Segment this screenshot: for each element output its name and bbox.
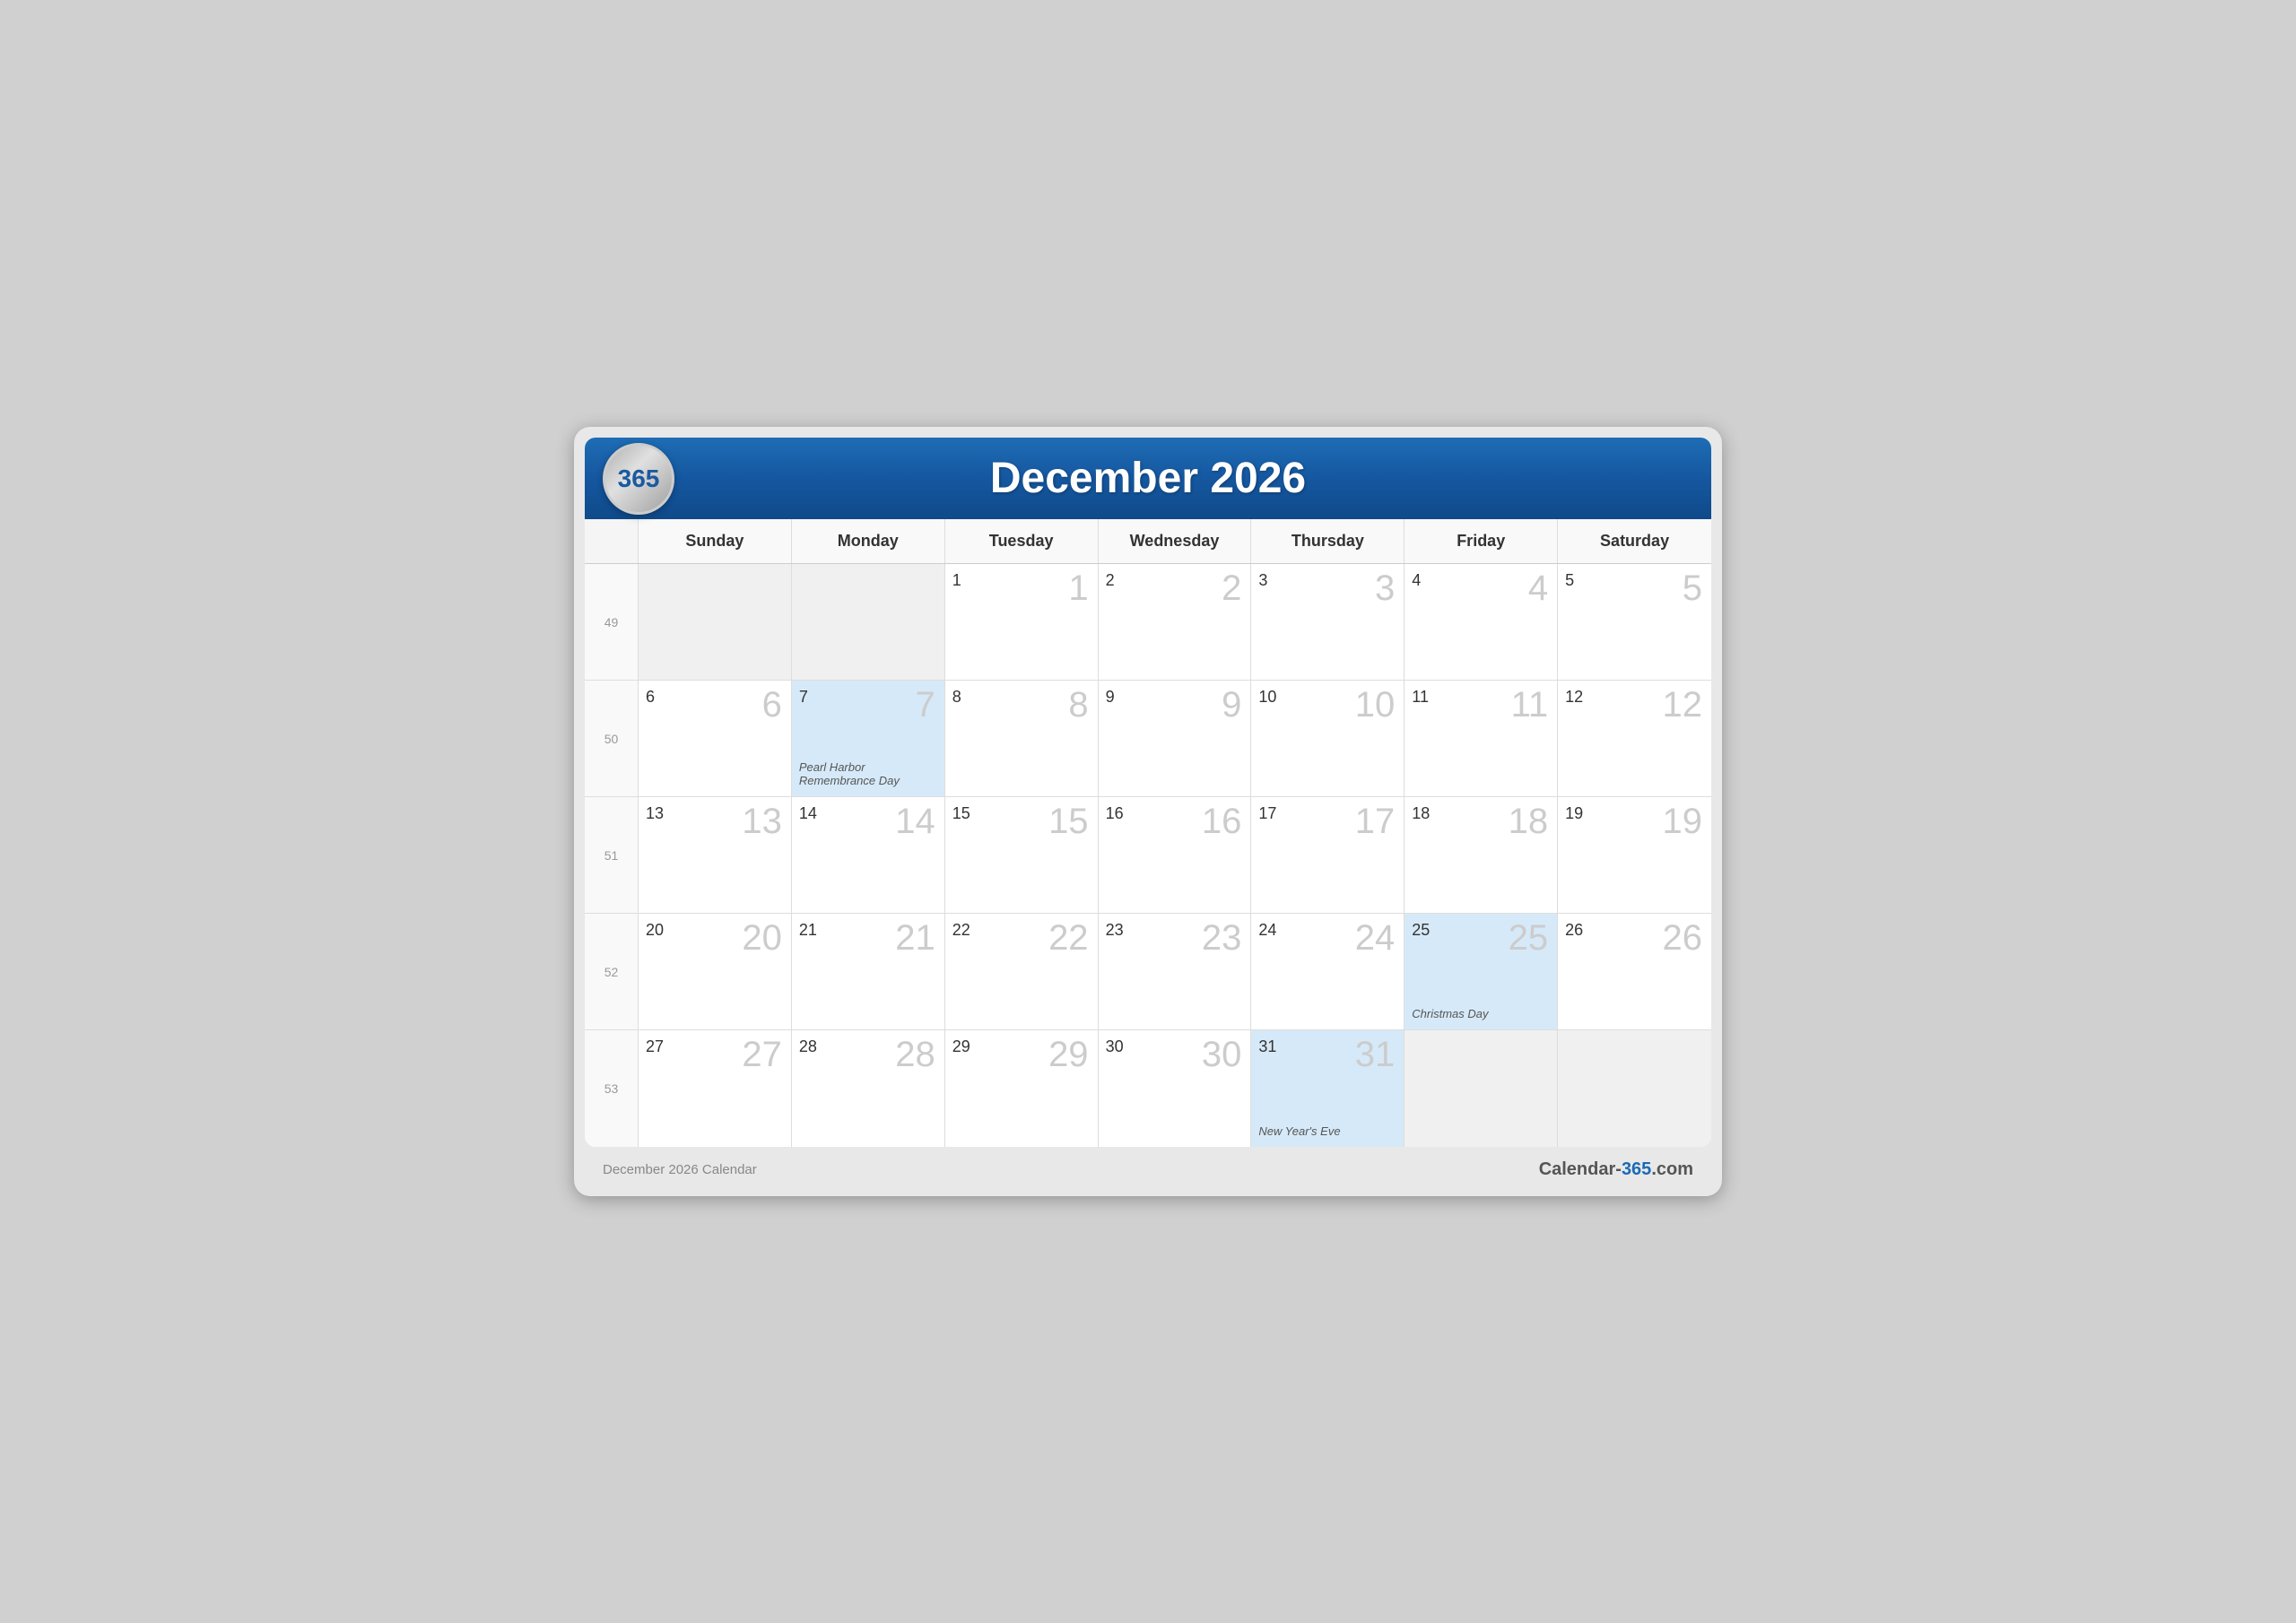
day-number-faded: 31 <box>1355 1035 1396 1075</box>
day-number-faded: 11 <box>1511 685 1549 725</box>
day-number-faded: 2 <box>1222 568 1241 609</box>
holiday-label: Christmas Day <box>1412 1007 1550 1020</box>
footer-logo: Calendar-365.com <box>1539 1159 1693 1180</box>
day-number-faded: 28 <box>895 1035 935 1075</box>
day-cell-2[interactable]: 22 <box>1099 564 1252 681</box>
day-number-faded: 10 <box>1355 685 1396 725</box>
day-cell-23[interactable]: 2323 <box>1099 914 1252 1030</box>
day-cell-empty-4-5 <box>1405 1030 1558 1147</box>
day-number-faded: 21 <box>895 918 935 959</box>
day-cell-empty-0-0 <box>639 564 792 681</box>
day-number-faded: 15 <box>1048 802 1089 842</box>
day-number-faded: 14 <box>895 802 935 842</box>
day-number-faded: 22 <box>1048 918 1089 959</box>
day-number-faded: 13 <box>742 802 782 842</box>
day-header-mon: Monday <box>792 519 945 563</box>
day-cell-empty-4-6 <box>1558 1030 1711 1147</box>
calendar-header: 365 December 2026 <box>585 438 1711 519</box>
footer-bar: December 2026 Calendar Calendar-365.com <box>585 1147 1711 1185</box>
footer-logo-com: com <box>1657 1159 1693 1179</box>
day-number-faded: 23 <box>1202 918 1242 959</box>
day-header-sun: Sunday <box>639 519 792 563</box>
day-number-faded: 19 <box>1663 802 1703 842</box>
day-cell-4[interactable]: 44 <box>1405 564 1558 681</box>
day-number-faded: 17 <box>1355 802 1396 842</box>
calendar-grid: 491122334455506677Pearl Harbor Remembran… <box>585 564 1711 1147</box>
day-cell-empty-0-1 <box>792 564 945 681</box>
logo-text: 365 <box>618 464 660 493</box>
day-number-faded: 8 <box>1068 685 1088 725</box>
day-cell-14[interactable]: 1414 <box>792 797 945 914</box>
day-number-faded: 27 <box>742 1035 782 1075</box>
day-number-faded: 24 <box>1355 918 1396 959</box>
day-cell-8[interactable]: 88 <box>945 681 1099 797</box>
day-cell-22[interactable]: 2222 <box>945 914 1099 1030</box>
day-cell-26[interactable]: 2626 <box>1558 914 1711 1030</box>
day-cell-16[interactable]: 1616 <box>1099 797 1252 914</box>
day-cell-11[interactable]: 1111 <box>1405 681 1558 797</box>
day-number-faded: 5 <box>1683 568 1702 609</box>
day-cell-3[interactable]: 33 <box>1251 564 1405 681</box>
day-cell-10[interactable]: 1010 <box>1251 681 1405 797</box>
day-cell-31[interactable]: 3131New Year's Eve <box>1251 1030 1405 1147</box>
day-header-tue: Tuesday <box>945 519 1099 563</box>
day-cell-17[interactable]: 1717 <box>1251 797 1405 914</box>
week-number-53: 53 <box>585 1030 639 1147</box>
day-cell-15[interactable]: 1515 <box>945 797 1099 914</box>
day-number-faded: 25 <box>1509 918 1549 959</box>
day-cell-13[interactable]: 1313 <box>639 797 792 914</box>
day-number-faded: 6 <box>762 685 782 725</box>
logo-badge: 365 <box>603 443 674 515</box>
day-cell-1[interactable]: 11 <box>945 564 1099 681</box>
day-number-faded: 29 <box>1048 1035 1089 1075</box>
day-cell-21[interactable]: 2121 <box>792 914 945 1030</box>
day-number-faded: 1 <box>1068 568 1088 609</box>
footer-logo-calendar: Calendar- <box>1539 1159 1622 1179</box>
calendar-wrapper: 365 December 2026 Sunday Monday Tuesday … <box>574 427 1722 1196</box>
day-cell-29[interactable]: 2929 <box>945 1030 1099 1147</box>
footer-logo-365: 365 <box>1622 1159 1651 1179</box>
day-number-faded: 7 <box>915 685 935 725</box>
day-cell-6[interactable]: 66 <box>639 681 792 797</box>
day-cell-27[interactable]: 2727 <box>639 1030 792 1147</box>
day-number-faded: 4 <box>1528 568 1548 609</box>
week-number-51: 51 <box>585 797 639 914</box>
day-number-faded: 12 <box>1663 685 1703 725</box>
day-number-faded: 9 <box>1222 685 1241 725</box>
week-number-52: 52 <box>585 914 639 1030</box>
day-cell-25[interactable]: 2525Christmas Day <box>1405 914 1558 1030</box>
day-header-wed: Wednesday <box>1099 519 1252 563</box>
day-header-thu: Thursday <box>1251 519 1405 563</box>
day-number-faded: 26 <box>1663 918 1703 959</box>
day-number-faded: 20 <box>742 918 782 959</box>
week-num-header <box>585 519 639 563</box>
day-cell-9[interactable]: 99 <box>1099 681 1252 797</box>
day-cell-19[interactable]: 1919 <box>1558 797 1711 914</box>
day-cell-24[interactable]: 2424 <box>1251 914 1405 1030</box>
day-cell-7[interactable]: 77Pearl Harbor Remembrance Day <box>792 681 945 797</box>
calendar-container: 365 December 2026 Sunday Monday Tuesday … <box>585 438 1711 1147</box>
day-number-faded: 18 <box>1509 802 1549 842</box>
calendar-title: December 2026 <box>612 454 1684 503</box>
day-number-faded: 30 <box>1202 1035 1242 1075</box>
day-cell-28[interactable]: 2828 <box>792 1030 945 1147</box>
day-cell-18[interactable]: 1818 <box>1405 797 1558 914</box>
footer-left: December 2026 Calendar <box>603 1162 757 1177</box>
day-cell-30[interactable]: 3030 <box>1099 1030 1252 1147</box>
day-cell-12[interactable]: 1212 <box>1558 681 1711 797</box>
holiday-label: New Year's Eve <box>1258 1124 1396 1138</box>
day-header-fri: Friday <box>1405 519 1558 563</box>
day-number-faded: 3 <box>1375 568 1395 609</box>
day-header-sat: Saturday <box>1558 519 1711 563</box>
day-cell-20[interactable]: 2020 <box>639 914 792 1030</box>
day-headers-row: Sunday Monday Tuesday Wednesday Thursday… <box>585 519 1711 564</box>
week-number-49: 49 <box>585 564 639 681</box>
day-cell-5[interactable]: 55 <box>1558 564 1711 681</box>
day-number-faded: 16 <box>1202 802 1242 842</box>
holiday-label: Pearl Harbor Remembrance Day <box>799 760 937 787</box>
week-number-50: 50 <box>585 681 639 797</box>
